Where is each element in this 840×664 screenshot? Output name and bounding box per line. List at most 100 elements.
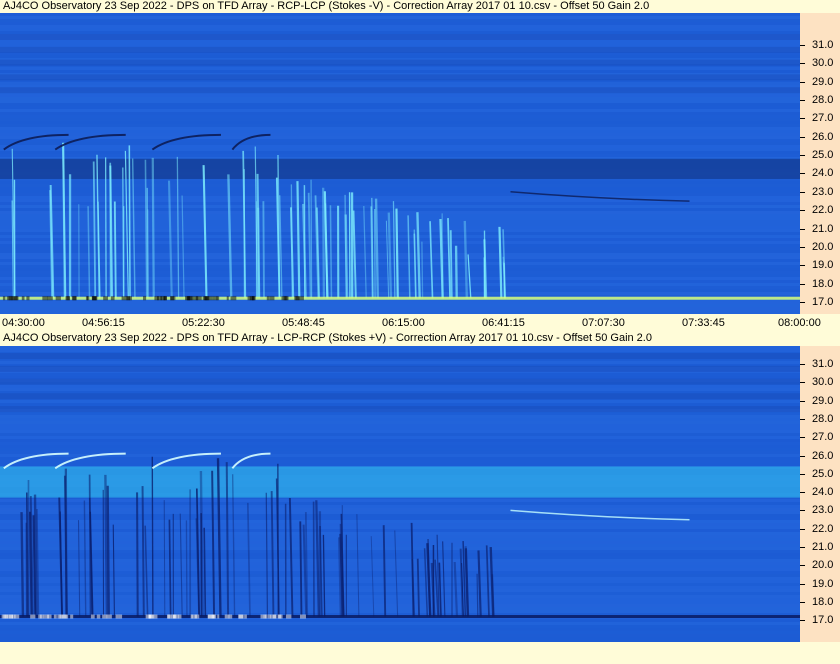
burst-streak bbox=[151, 157, 155, 299]
interference-speck bbox=[269, 296, 275, 301]
interference-speck bbox=[202, 296, 208, 301]
burst-streak bbox=[62, 142, 66, 299]
noise-row bbox=[0, 241, 800, 244]
freq-tick-label: 22.0 bbox=[812, 204, 834, 217]
noise-row bbox=[0, 607, 800, 610]
noise-row bbox=[0, 142, 800, 145]
noise-row bbox=[0, 442, 800, 445]
burst-streak bbox=[262, 201, 265, 299]
freq-tick-label: 18.0 bbox=[812, 595, 834, 608]
interference-speck bbox=[92, 296, 97, 301]
noise-row bbox=[0, 592, 800, 595]
noise-row bbox=[0, 502, 800, 505]
freq-tick-label: 23.0 bbox=[812, 185, 834, 198]
interference-speck bbox=[216, 296, 220, 301]
time-tick-label: 05:48:45 bbox=[282, 317, 325, 329]
noise-row bbox=[0, 40, 800, 43]
freq-tick-label: 20.0 bbox=[812, 240, 834, 253]
noise-row bbox=[0, 217, 800, 220]
freq-tick-label: 27.0 bbox=[812, 431, 834, 444]
noise-row bbox=[0, 559, 800, 562]
interference-speck bbox=[145, 614, 152, 619]
horizontal-stripe bbox=[0, 406, 800, 413]
frequency-axis-top: 31.0 30.0 29.0 28.0 27.0 26.0 25.0 24.0 23.0 22.0… bbox=[800, 13, 840, 314]
noise-row bbox=[0, 130, 800, 133]
interference-speck bbox=[299, 614, 306, 619]
interference-speck bbox=[299, 296, 304, 301]
noise-row bbox=[0, 511, 800, 514]
time-tick-label: 05:22:30 bbox=[182, 317, 225, 329]
interference-speck bbox=[207, 296, 213, 301]
freq-tick-label: 28.0 bbox=[812, 94, 834, 107]
noise-row bbox=[0, 571, 800, 574]
interference-speck bbox=[247, 296, 254, 301]
noise-row bbox=[0, 187, 800, 190]
interference-speck bbox=[40, 614, 44, 619]
time-tick-label: 04:30:00 bbox=[2, 317, 45, 329]
noise-row bbox=[0, 583, 800, 586]
noise-row bbox=[0, 286, 800, 289]
noise-row bbox=[0, 151, 800, 154]
noise-row bbox=[0, 604, 800, 607]
interference-speck bbox=[30, 614, 36, 619]
interference-line bbox=[0, 296, 800, 300]
freq-tick-label: 21.0 bbox=[812, 222, 834, 235]
freq-tick-label: 25.0 bbox=[812, 467, 834, 480]
noise-row bbox=[0, 202, 800, 205]
interference-speck bbox=[177, 614, 180, 619]
freq-tick bbox=[800, 210, 805, 212]
freq-tick bbox=[800, 45, 805, 46]
freq-tick bbox=[800, 246, 805, 248]
noise-row bbox=[0, 376, 800, 379]
interference-speck bbox=[154, 614, 158, 619]
noise-row bbox=[0, 82, 800, 85]
horizontal-stripe bbox=[0, 74, 800, 81]
interference-speck bbox=[103, 296, 108, 301]
interference-speck bbox=[5, 614, 9, 619]
noise-row bbox=[0, 574, 800, 577]
interference-speck bbox=[85, 296, 89, 301]
time-axis: 04:30:00 04:56:15 05:22:30 05:48:45 06:15:00… bbox=[0, 314, 840, 331]
noise-row bbox=[0, 220, 800, 223]
noise-row bbox=[0, 25, 800, 28]
horizontal-stripe bbox=[0, 393, 800, 400]
interference-speck bbox=[110, 296, 115, 301]
freq-tick bbox=[800, 601, 805, 603]
interference-speck bbox=[61, 614, 67, 619]
burst-streak bbox=[476, 573, 479, 617]
noise-row bbox=[0, 568, 800, 571]
interference-speck bbox=[126, 296, 131, 301]
freq-tick bbox=[800, 283, 805, 285]
noise-row bbox=[0, 289, 800, 292]
horizontal-stripe bbox=[0, 87, 800, 94]
interference-speck bbox=[265, 614, 268, 619]
noise-row bbox=[0, 283, 800, 286]
noise-row bbox=[0, 457, 800, 460]
time-tick-label: 07:07:30 bbox=[582, 317, 625, 329]
freq-tick bbox=[800, 81, 805, 83]
freq-tick bbox=[800, 583, 805, 585]
noise-row bbox=[0, 421, 800, 424]
time-tick-label: 06:41:15 bbox=[482, 317, 525, 329]
noise-row bbox=[0, 514, 800, 517]
noise-row bbox=[0, 619, 800, 622]
freq-tick-label: 24.0 bbox=[812, 486, 834, 499]
freq-tick-label: 19.0 bbox=[812, 577, 834, 590]
interference-speck bbox=[55, 296, 61, 301]
spectrogram-bottom bbox=[0, 346, 800, 642]
noise-row bbox=[0, 427, 800, 430]
noise-row bbox=[0, 598, 800, 601]
noise-row bbox=[0, 13, 800, 16]
freq-tick bbox=[800, 173, 805, 175]
burst-streak bbox=[454, 245, 458, 299]
noise-row bbox=[0, 403, 800, 406]
burst-streak bbox=[225, 462, 230, 617]
noise-row bbox=[0, 310, 800, 313]
noise-row bbox=[0, 508, 800, 511]
noise-row bbox=[0, 232, 800, 235]
freq-tick bbox=[800, 155, 805, 157]
noise-row bbox=[0, 70, 800, 73]
burst-streak bbox=[25, 492, 29, 617]
frequency-axis-bottom: 31.0 30.0 29.0 28.0 27.0 26.0 25.0 24.0 23.0 22.0… bbox=[800, 346, 840, 642]
interference-speck bbox=[43, 614, 49, 619]
